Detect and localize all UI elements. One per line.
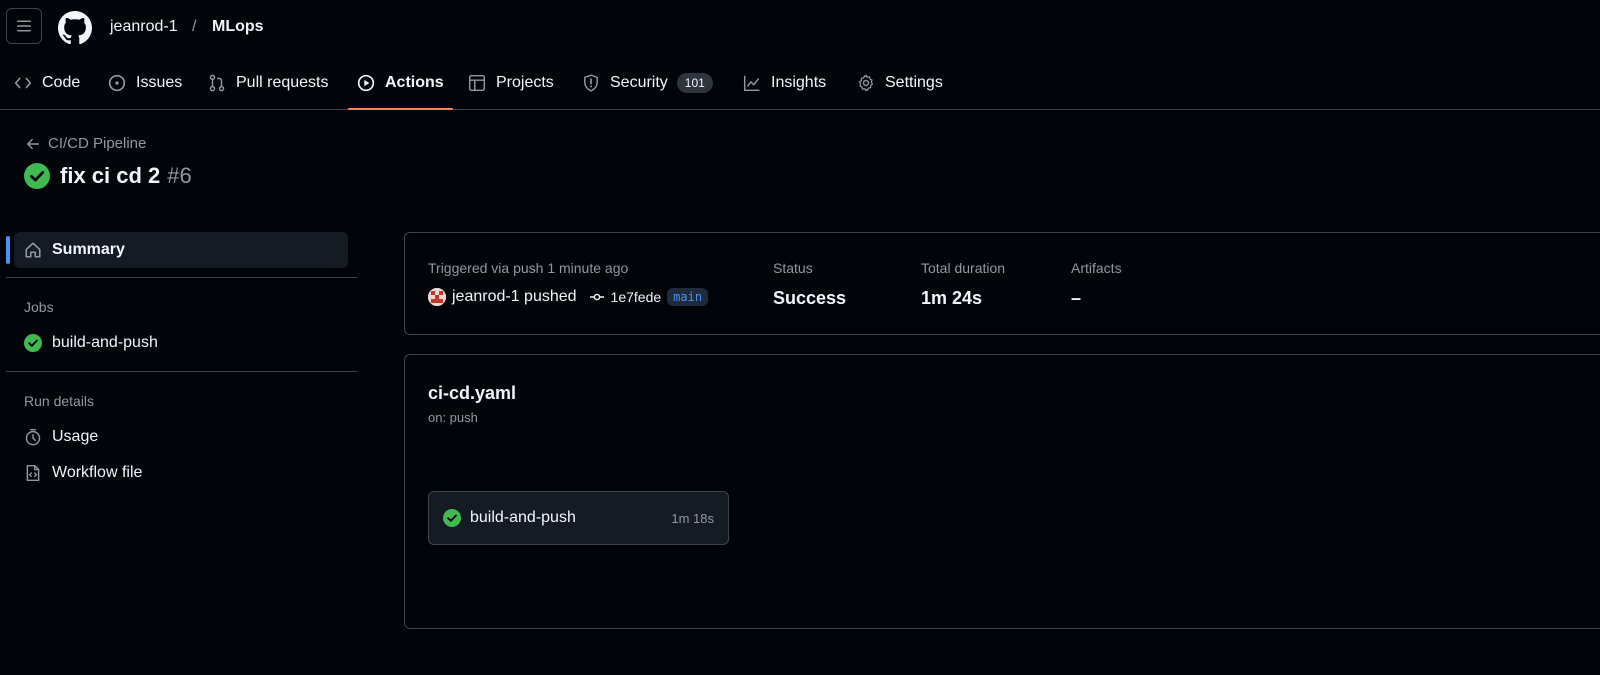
breadcrumb-repo[interactable]: MLops [212,17,264,37]
check-circle-icon [443,509,461,527]
sidebar-summary-label: Summary [52,241,125,258]
tab-issues-label: Issues [136,73,183,91]
github-logo-icon[interactable] [58,11,92,45]
run-title: fix ci cd 2 #6 [24,163,192,189]
graph-icon [743,75,760,91]
breadcrumb-owner[interactable]: jeanrod-1 [110,17,178,37]
global-header: jeanrod-1 / MLops [0,0,1600,56]
duration-value: 1m 24s [921,288,983,308]
avatar[interactable] [428,288,446,306]
tab-pull-requests[interactable]: Pull requests [208,56,329,109]
jobs-heading: Jobs [24,299,54,315]
artifacts-label: Artifacts [1071,260,1122,276]
run-details-heading: Run details [24,393,95,409]
commit-sha: 1e7fede [610,289,662,305]
sidebar-divider [6,371,357,372]
run-summary-panel: Triggered via push 1 minute ago jeanrod-… [404,232,1600,335]
job-name: build-and-push [470,509,576,526]
sidebar-item-summary[interactable]: Summary [14,232,348,268]
play-icon [357,74,375,91]
workflow-file-name: ci-cd.yaml [428,383,517,403]
commit-link[interactable]: 1e7fede [589,289,662,305]
sidebar-usage-label: Usage [52,428,99,445]
arrow-left-icon [27,138,39,149]
back-to-workflow-link[interactable]: CI/CD Pipeline [26,135,146,152]
workflow-graph-panel: ci-cd.yaml on: push build-and-push 1m 18… [404,354,1600,629]
home-icon [25,242,41,258]
tab-actions[interactable]: Actions [348,56,453,110]
tab-issues[interactable]: Issues [108,56,182,109]
tab-security-label: Security [610,73,668,91]
tab-projects-label: Projects [496,73,554,91]
sidebar-job-build-and-push[interactable]: build-and-push [24,334,158,352]
table-icon [468,74,486,91]
run-number: #6 [167,163,192,188]
sidebar-item-usage[interactable]: Usage [24,428,98,446]
tab-settings[interactable]: Settings [857,56,943,109]
shield-icon [584,73,598,92]
active-indicator [6,236,10,264]
tab-actions-label: Actions [385,73,444,91]
tab-security[interactable]: Security 101 [582,56,713,109]
status-label: Status [773,260,813,276]
tab-insights-label: Insights [771,73,827,91]
sidebar-divider [6,277,357,278]
workflow-trigger: on: push [428,410,478,425]
sidebar-item-workflow-file[interactable]: Workflow file [24,464,142,482]
check-circle-icon [24,163,50,189]
breadcrumb-separator: / [192,18,197,35]
artifacts-value: – [1071,288,1082,308]
duration-label: Total duration [921,260,1006,276]
tab-code-label: Code [42,73,81,91]
status-value: Success [773,288,847,308]
trigger-label: Triggered via push 1 minute ago [428,260,629,276]
pull-request-icon [209,74,225,91]
tab-settings-label: Settings [885,73,943,91]
tab-code[interactable]: Code [14,56,80,109]
branch-label[interactable]: main [667,288,709,306]
hamburger-icon [17,20,31,32]
trigger-details: jeanrod-1 pushed 1e7fede main [428,288,709,306]
stopwatch-icon [25,428,41,446]
job-duration: 1m 18s [671,510,714,526]
gear-icon [858,74,874,91]
menu-button[interactable] [6,8,42,44]
check-circle-icon [24,334,42,352]
sidebar-workflow-file-label: Workflow file [52,464,143,481]
issue-icon [108,74,126,91]
run-title-text: fix ci cd 2 [60,163,161,188]
code-icon [14,77,32,88]
tab-projects[interactable]: Projects [468,56,554,109]
tab-pull-requests-label: Pull requests [236,73,329,91]
tab-insights[interactable]: Insights [743,56,826,109]
workflow-name: CI/CD Pipeline [48,135,147,152]
job-card-build-and-push[interactable]: build-and-push 1m 18s [428,491,729,545]
repo-nav-tabs: Code Issues Pull requests Actions Projec… [0,56,1600,110]
security-alert-counter: 101 [676,72,713,93]
actor-text[interactable]: jeanrod-1 pushed [452,288,577,306]
file-code-icon [26,464,40,482]
sidebar-job-label: build-and-push [52,334,158,351]
git-commit-icon [589,293,604,301]
